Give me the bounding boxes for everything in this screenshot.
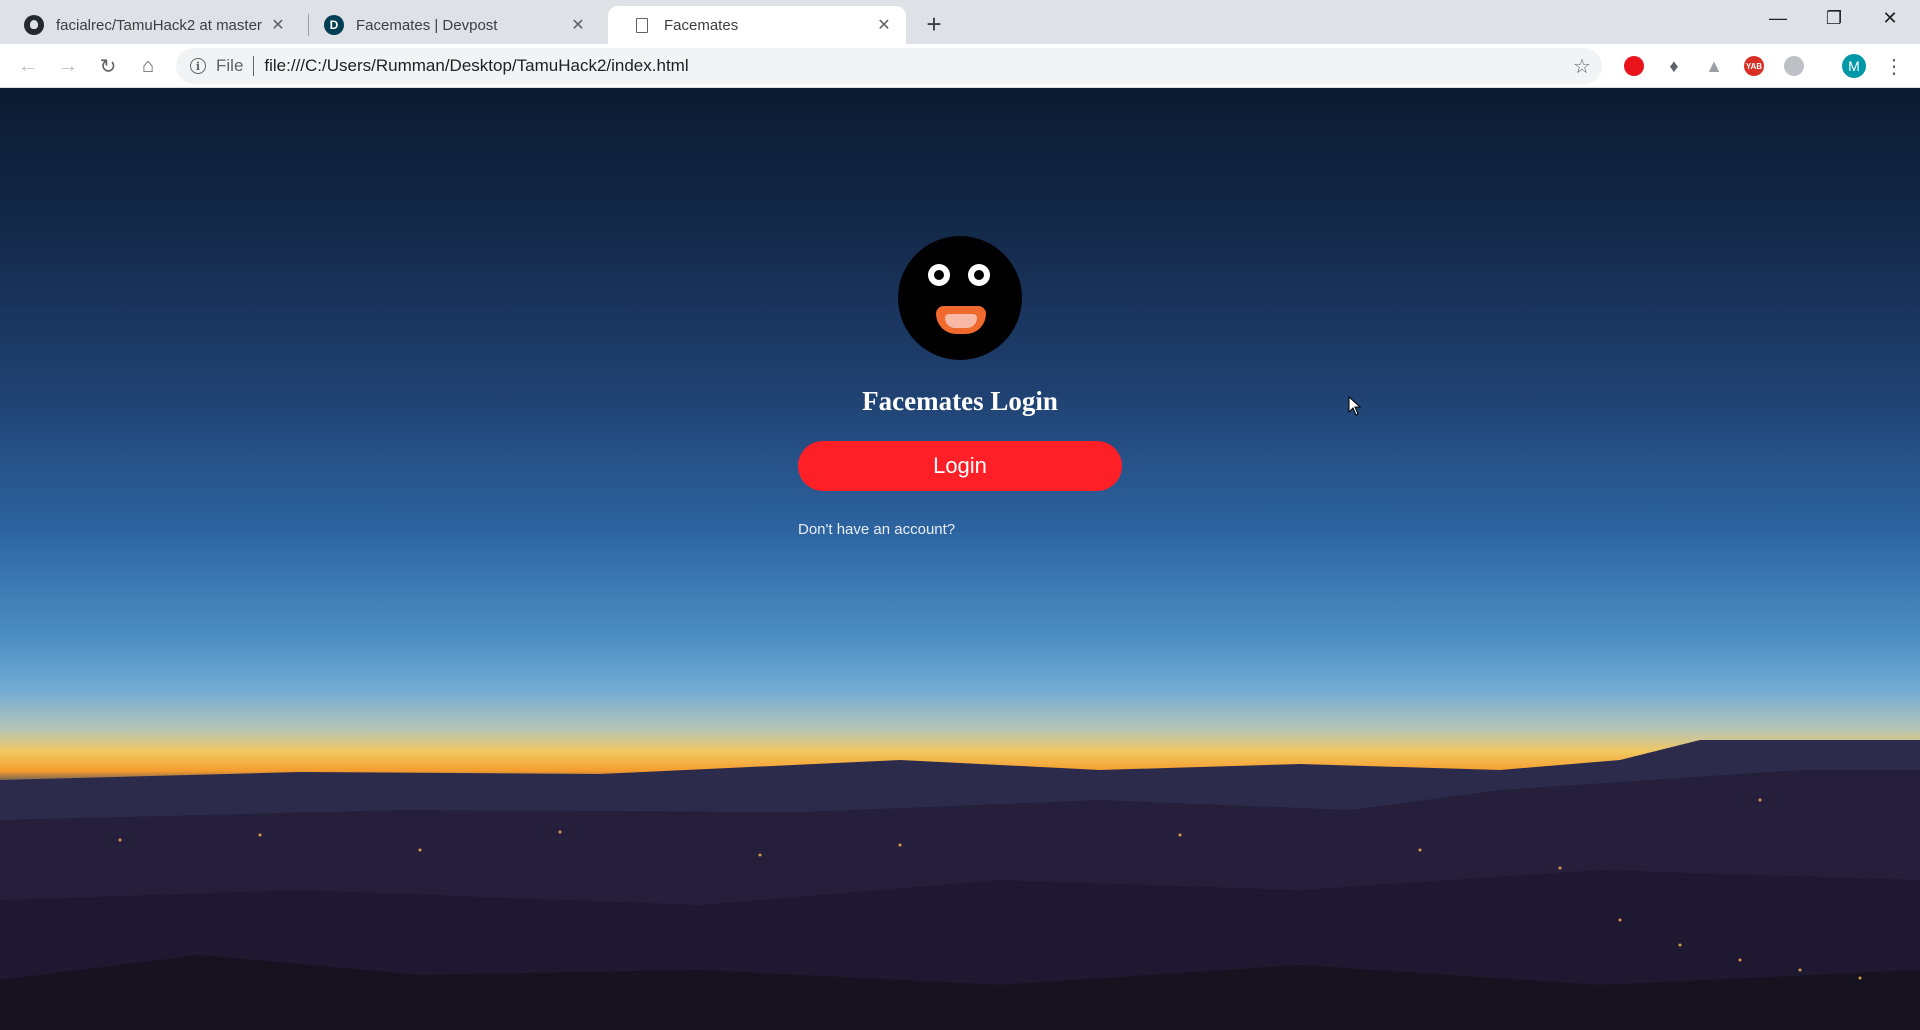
signup-link[interactable]: Don't have an account? [798, 521, 955, 538]
browser-window: facialrec/TamuHack2 at master · f ✕ D Fa… [0, 0, 1920, 1030]
login-panel: Facemates Login Login Don't have an acco… [798, 236, 1122, 538]
minimize-button[interactable]: — [1750, 0, 1806, 36]
tab-title: facialrec/TamuHack2 at master · f [56, 16, 268, 34]
mouse-cursor-icon [1348, 396, 1362, 416]
circle-extension-icon[interactable] [1784, 56, 1804, 76]
devpost-icon: D [324, 15, 344, 35]
close-icon[interactable]: ✕ [268, 15, 288, 35]
tab-strip: facialrec/TamuHack2 at master · f ✕ D Fa… [0, 0, 1920, 44]
github-icon [24, 15, 44, 35]
document-icon [632, 15, 652, 35]
tab-github[interactable]: facialrec/TamuHack2 at master · f ✕ [0, 6, 300, 44]
address-bar[interactable]: i File file:///C:/Users/Rumman/Desktop/T… [176, 48, 1602, 84]
yab-extension-icon[interactable]: YAB [1744, 56, 1764, 76]
bookmark-star-icon[interactable]: ☆ [1566, 50, 1598, 82]
back-button[interactable]: ← [12, 50, 44, 82]
landscape-background [0, 740, 1920, 1030]
tab-title: Facemates [664, 16, 739, 34]
forward-button[interactable]: → [52, 50, 84, 82]
reload-button[interactable]: ↻ [92, 50, 124, 82]
new-tab-button[interactable]: + [918, 8, 950, 40]
drop-extension-icon[interactable]: ♦ [1664, 56, 1684, 76]
tab-facemates[interactable]: Facemates ✕ [608, 6, 906, 44]
logo-right-eye [968, 264, 990, 286]
menu-icon[interactable]: ⋮ [1882, 50, 1906, 82]
logo-mouth [936, 306, 986, 334]
page-title: Facemates Login [862, 386, 1058, 416]
page-viewport: Facemates Login Login Don't have an acco… [0, 88, 1920, 1030]
login-button[interactable]: Login [798, 441, 1122, 491]
url-divider [253, 56, 255, 76]
close-icon[interactable]: ✕ [874, 15, 894, 35]
home-button[interactable]: ⌂ [132, 50, 164, 82]
profile-avatar[interactable]: M [1842, 54, 1866, 78]
url-text[interactable]: file:///C:/Users/Rumman/Desktop/TamuHack… [264, 56, 1566, 76]
restore-button[interactable]: ❐ [1806, 0, 1862, 36]
close-window-button[interactable]: ✕ [1862, 0, 1918, 36]
logo-left-eye [928, 264, 950, 286]
scheme-label: File [216, 56, 244, 75]
drive-extension-icon[interactable]: ▲ [1704, 56, 1724, 76]
browser-toolbar: ← → ↻ ⌂ i File file:///C:/Users/Rumman/D… [0, 44, 1920, 88]
opera-extension-icon[interactable] [1624, 56, 1644, 76]
tab-devpost[interactable]: D Facemates | Devpost ✕ [300, 6, 600, 44]
info-icon[interactable]: i [190, 58, 206, 74]
close-icon[interactable]: ✕ [568, 15, 588, 35]
facemates-logo [898, 236, 1022, 360]
tab-title: Facemates | Devpost [356, 16, 498, 34]
